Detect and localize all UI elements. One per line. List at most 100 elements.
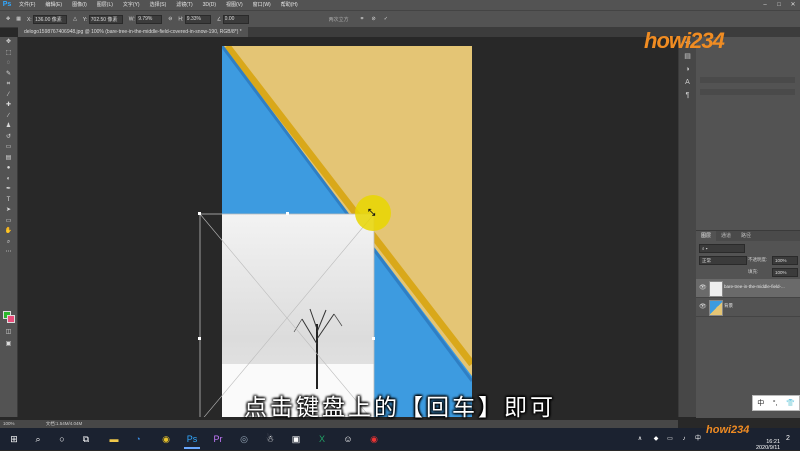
move-tool-icon[interactable]: ✥	[0, 37, 17, 48]
menu-filter[interactable]: 滤镜(T)	[171, 0, 197, 10]
taskbar-clock[interactable]: 16:21 2020/9/11	[756, 439, 780, 451]
menu-window[interactable]: 窗口(W)	[248, 0, 276, 10]
quick-mask-icon[interactable]: ◫	[0, 327, 17, 338]
eraser-tool-icon[interactable]: ▭	[0, 142, 17, 153]
layer-filter-select[interactable]: ⌕ ▾	[699, 244, 745, 253]
blur-tool-icon[interactable]: ●	[0, 163, 17, 174]
paragraph-panel-icon[interactable]: ¶	[679, 89, 696, 102]
eyedropper-tool-icon[interactable]: ⁄	[0, 90, 17, 101]
layer-row[interactable]: 👁 背景	[696, 298, 800, 317]
quick-select-tool-icon[interactable]: ✎	[0, 69, 17, 80]
file-explorer-icon[interactable]: ▬	[106, 431, 122, 447]
adjustments-panel-icon[interactable]: ◑	[679, 63, 696, 76]
tab-channels[interactable]: 通道	[716, 231, 736, 241]
ime-lang[interactable]: 中	[757, 398, 764, 408]
photoshop-logo: Ps	[2, 1, 12, 8]
type-tool-icon[interactable]: T	[0, 195, 17, 206]
hand-tool-icon[interactable]: ✋	[0, 226, 17, 237]
menu-layer[interactable]: 图层(L)	[92, 0, 118, 10]
zoom-tool-icon[interactable]: ⌕	[0, 237, 17, 248]
watermark-logo-small: howi234	[706, 424, 750, 436]
minimize-icon[interactable]: –	[758, 0, 772, 10]
brush-tool-icon[interactable]: ∕	[0, 111, 17, 122]
menu-image[interactable]: 图像(I)	[67, 0, 92, 10]
menu-3d[interactable]: 3D(D)	[198, 0, 221, 10]
interpolation-select[interactable]: 两次立方	[329, 16, 349, 23]
premiere-taskbar-icon[interactable]: Pr	[210, 431, 226, 447]
search-icon[interactable]: ⌕	[30, 431, 46, 447]
gradient-tool-icon[interactable]: ▤	[0, 153, 17, 164]
angle-input[interactable]	[222, 14, 249, 24]
menu-select[interactable]: 选择(S)	[145, 0, 172, 10]
ime-punct[interactable]: °,	[773, 400, 778, 407]
excel-icon[interactable]: X	[314, 431, 330, 447]
menubar: Ps 文件(F) 编辑(E) 图像(I) 图层(L) 文字(Y) 选择(S) 滤…	[0, 0, 800, 10]
maximize-icon[interactable]: □	[772, 0, 786, 10]
transform-bounding-box[interactable]	[18, 37, 678, 417]
commit-transform-icon[interactable]: ✓	[384, 16, 388, 22]
canvas-area[interactable]: ⤡	[18, 37, 678, 417]
app-icon[interactable]: ☺	[340, 431, 356, 447]
eye-icon[interactable]: 👁	[699, 284, 707, 291]
shirt-icon[interactable]: 👕	[786, 399, 795, 407]
y-input[interactable]	[88, 14, 123, 24]
windows-start-icon[interactable]: ⊞	[6, 431, 22, 447]
menu-type[interactable]: 文字(Y)	[118, 0, 145, 10]
blend-mode-select[interactable]: 正常	[699, 256, 747, 265]
keyboard-icon[interactable]: 中	[690, 431, 706, 447]
path-select-tool-icon[interactable]: ➤	[0, 205, 17, 216]
w-input[interactable]	[136, 14, 163, 24]
eye-icon[interactable]: 👁	[699, 303, 707, 310]
link-aspect-icon[interactable]: ⊖	[168, 16, 172, 22]
figure-app-icon[interactable]: ☃	[262, 431, 278, 447]
marquee-tool-icon[interactable]: ⬚	[0, 48, 17, 59]
photoshop-taskbar-icon[interactable]: Ps	[184, 431, 200, 449]
history-brush-icon[interactable]: ↺	[0, 132, 17, 143]
dodge-tool-icon[interactable]: ◐	[0, 174, 17, 185]
warp-mode-icon[interactable]: ⌗	[361, 16, 364, 22]
opacity-input[interactable]: 100%	[772, 256, 798, 265]
tray-expand-icon[interactable]: ∧	[632, 431, 648, 447]
record-icon[interactable]: ◉	[366, 431, 382, 447]
screen-mode-icon[interactable]: ▣	[0, 339, 17, 350]
h-label: H:	[178, 16, 184, 22]
fill-label: 填充:	[748, 269, 759, 274]
cortana-icon[interactable]: ○	[54, 431, 70, 447]
link-icon[interactable]: △	[73, 16, 77, 22]
pen-tool-icon[interactable]: ✒	[0, 184, 17, 195]
zoom-level[interactable]: 100%	[3, 421, 15, 426]
angle-icon: ∠	[216, 16, 222, 22]
video-app-icon[interactable]: ▣	[288, 431, 304, 447]
h-input[interactable]	[184, 14, 211, 24]
more-tools-icon[interactable]: ⋯	[0, 247, 17, 258]
layer-thumbnail	[709, 300, 723, 316]
close-icon[interactable]: ✕	[786, 0, 800, 10]
menu-edit[interactable]: 编辑(E)	[40, 0, 67, 10]
x-input[interactable]	[33, 14, 68, 24]
menu-file[interactable]: 文件(F)	[14, 0, 40, 10]
document-tab[interactable]: delogo1598767406948.jpg @ 100% (bare-tre…	[18, 27, 248, 37]
menu-help[interactable]: 帮助(H)	[276, 0, 303, 10]
task-view-icon[interactable]: ⧉	[78, 431, 94, 447]
shape-tool-icon[interactable]: ▭	[0, 216, 17, 227]
watermark-logo: howi234	[644, 28, 725, 53]
reference-point-icon[interactable]: ▦	[16, 16, 21, 22]
healing-tool-icon[interactable]: ✚	[0, 100, 17, 111]
tab-layers[interactable]: 图层	[696, 231, 717, 241]
lasso-tool-icon[interactable]: ◌	[0, 58, 17, 69]
browser-icon[interactable]: ◔	[130, 431, 146, 447]
notification-badge[interactable]: 2	[780, 431, 796, 447]
stamp-tool-icon[interactable]: ♟	[0, 121, 17, 132]
transform-tool-icon[interactable]: ✥	[6, 16, 10, 22]
media-app-icon[interactable]: ◎	[236, 431, 252, 447]
background-color-swatch[interactable]	[7, 315, 15, 323]
tab-paths[interactable]: 路径	[736, 231, 756, 241]
cancel-transform-icon[interactable]: ⊘	[372, 16, 376, 22]
layer-row[interactable]: 👁 bare-tree-in-the-middle-field-...	[696, 279, 800, 298]
character-panel-icon[interactable]: A	[679, 76, 696, 89]
ime-toolbar[interactable]: 中 °, 👕	[752, 395, 800, 411]
crop-tool-icon[interactable]: ⌗	[0, 79, 17, 90]
menu-view[interactable]: 视图(V)	[221, 0, 248, 10]
chrome-icon[interactable]: ◉	[158, 431, 174, 447]
fill-input[interactable]: 100%	[772, 268, 798, 277]
